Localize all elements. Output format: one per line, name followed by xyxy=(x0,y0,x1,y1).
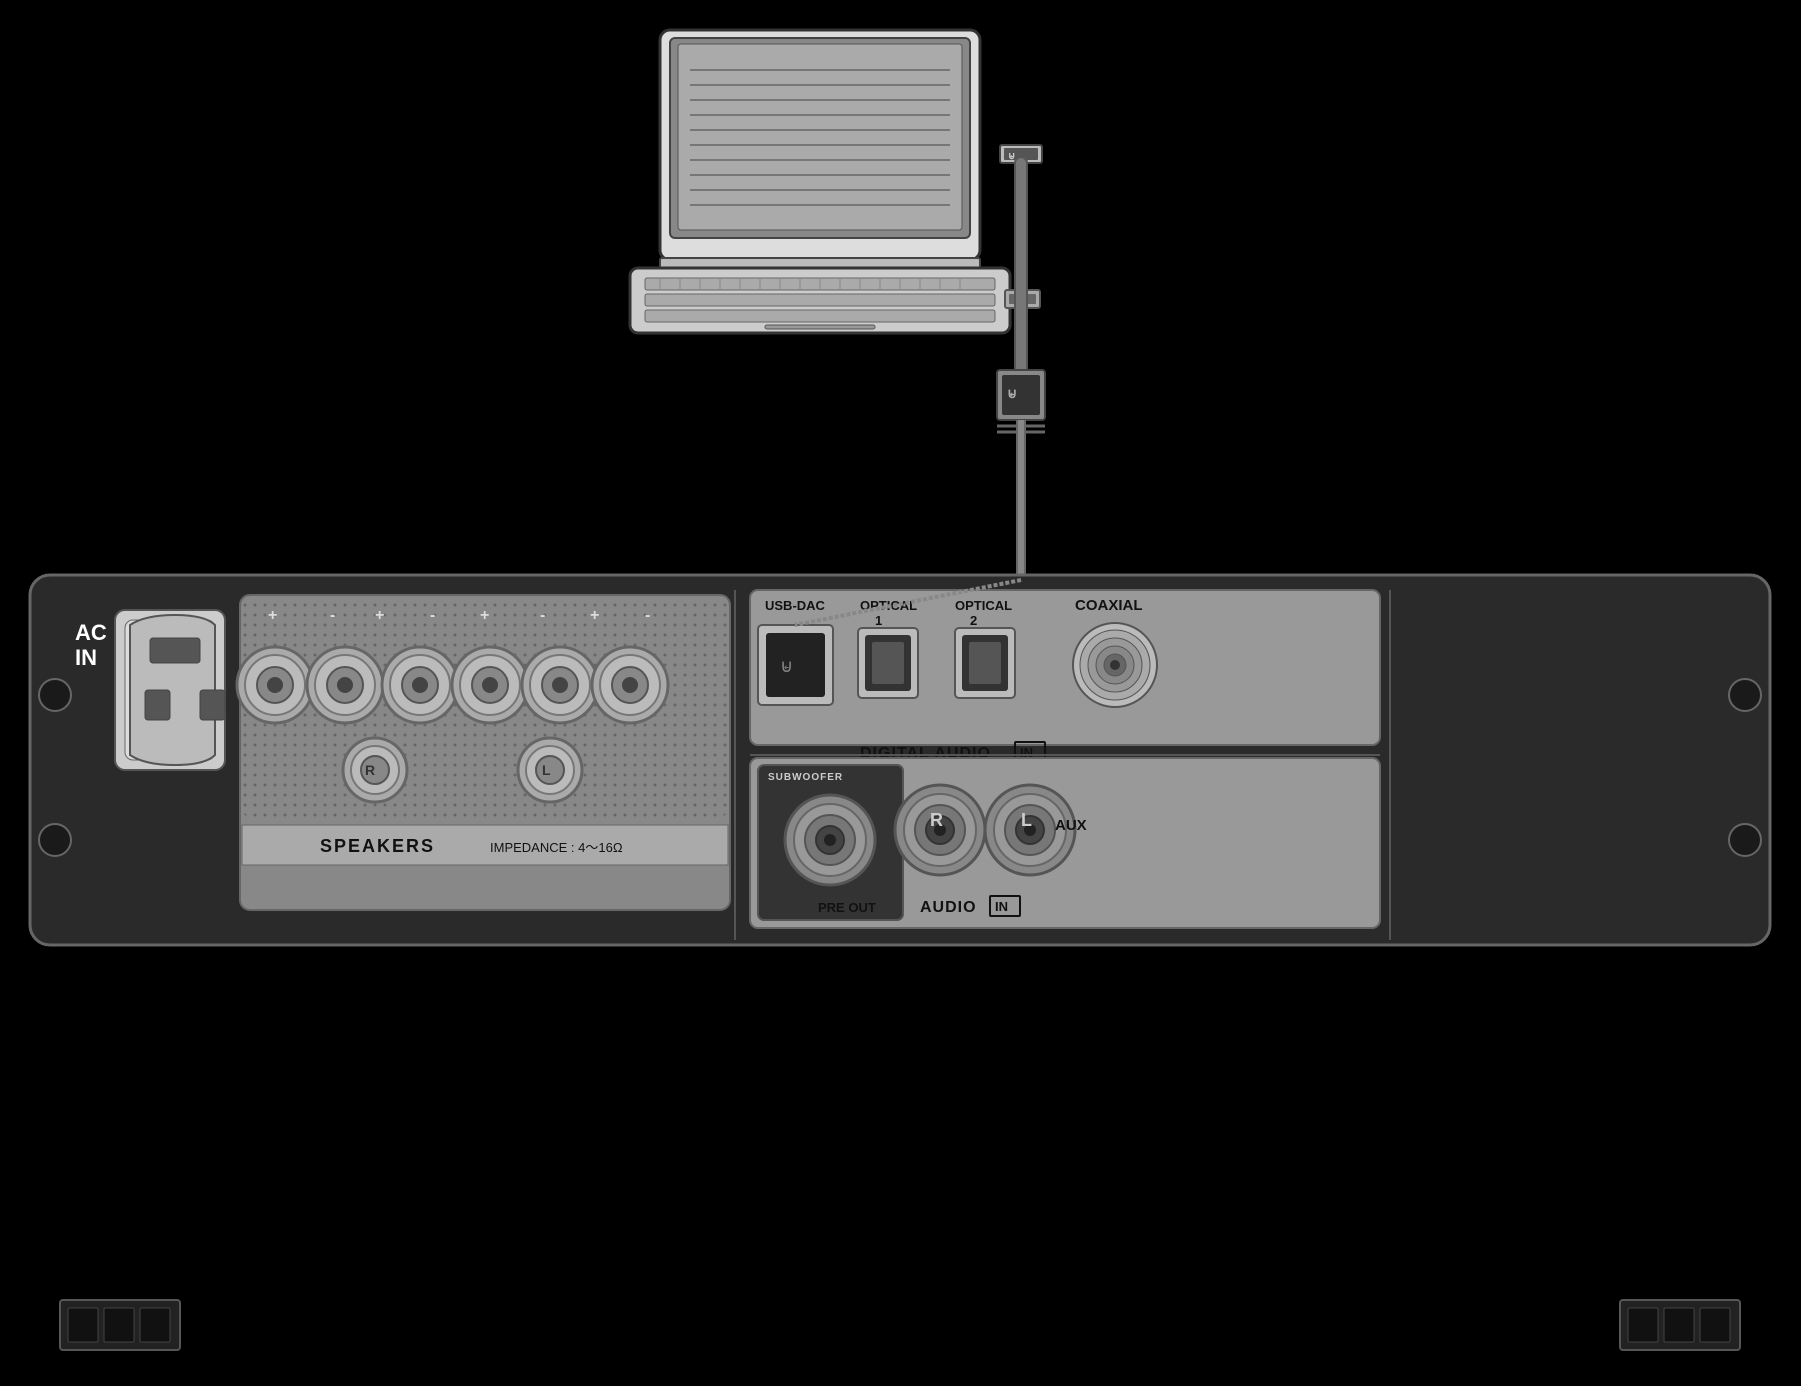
svg-text:IMPEDANCE : 4～16Ω: IMPEDANCE : 4～16Ω xyxy=(490,840,623,855)
svg-text:SPEAKERS: SPEAKERS xyxy=(320,836,435,856)
svg-text:⊌: ⊌ xyxy=(1008,151,1015,162)
svg-text:2: 2 xyxy=(970,613,977,628)
svg-text:DIGITAL AUDIO: DIGITAL AUDIO xyxy=(860,745,991,762)
svg-text:SUBWOOFER: SUBWOOFER xyxy=(768,772,843,783)
svg-text:USB-DAC: USB-DAC xyxy=(765,598,826,613)
svg-text:PRE OUT: PRE OUT xyxy=(818,900,876,915)
usb-type-a-connector: ⊌ xyxy=(1000,145,1042,163)
svg-text:-: - xyxy=(330,607,335,624)
svg-text:+: + xyxy=(268,607,277,624)
svg-text:L: L xyxy=(542,762,551,778)
svg-text:⊌: ⊌ xyxy=(1007,385,1017,401)
svg-text:R: R xyxy=(930,810,943,830)
diagram-container: ⊌ ⊌ AC IN xyxy=(0,0,1801,1386)
svg-text:⊌: ⊌ xyxy=(780,656,793,676)
svg-text:IN: IN xyxy=(995,899,1008,914)
laptop-illustration xyxy=(630,30,1040,333)
svg-text:1: 1 xyxy=(875,613,882,628)
svg-text:IN: IN xyxy=(1020,745,1033,760)
svg-text:AC: AC xyxy=(75,620,107,645)
svg-text:IN: IN xyxy=(75,645,97,670)
usb-type-b-connector: ⊌ xyxy=(997,370,1045,432)
svg-text:COAXIAL: COAXIAL xyxy=(1075,597,1143,614)
svg-text:R: R xyxy=(365,762,375,778)
svg-text:-: - xyxy=(645,607,650,624)
svg-text:+: + xyxy=(480,607,489,624)
svg-text:L: L xyxy=(1021,810,1032,830)
svg-text:AUX: AUX xyxy=(1055,817,1087,834)
svg-text:-: - xyxy=(430,607,435,624)
svg-text:-: - xyxy=(540,607,545,624)
svg-text:OPTICAL: OPTICAL xyxy=(860,598,917,613)
svg-text:+: + xyxy=(590,607,599,624)
svg-text:+: + xyxy=(375,607,384,624)
svg-text:AUDIO: AUDIO xyxy=(920,899,977,916)
svg-text:OPTICAL: OPTICAL xyxy=(955,598,1012,613)
